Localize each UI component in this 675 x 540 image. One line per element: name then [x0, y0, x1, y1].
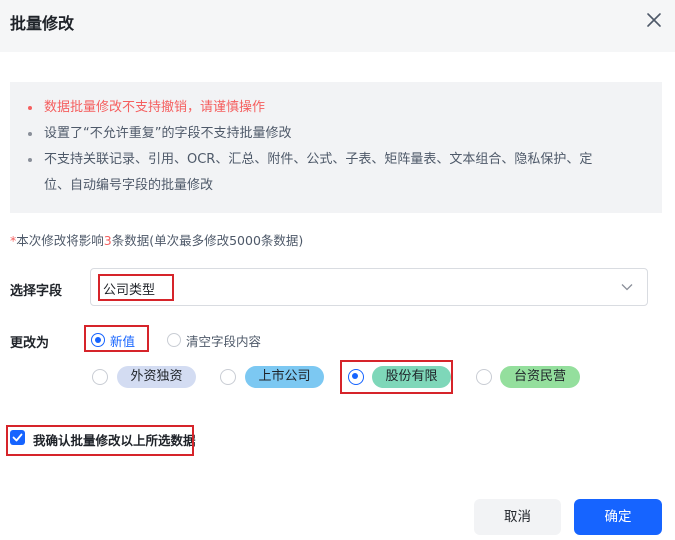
confirm-label[interactable]: 我确认批量修改以上所选数据 [33, 430, 196, 449]
change-label: 更改为 [10, 336, 50, 351]
value-radio-gufen[interactable] [348, 369, 364, 385]
cancel-button[interactable]: 取消 [474, 499, 561, 535]
value-radio-shangshi[interactable] [220, 369, 236, 385]
confirm-checkbox[interactable] [10, 430, 25, 445]
field-select[interactable]: 公司类型 [90, 268, 648, 306]
clear-field-label[interactable]: 清空字段内容 [186, 331, 261, 350]
value-radio-taizi[interactable] [476, 369, 492, 385]
ok-button[interactable]: 确定 [574, 499, 662, 535]
value-tag-taizi[interactable]: 台资民营 [500, 366, 580, 388]
check-icon [12, 433, 23, 442]
notice-box: 数据批量修改不支持撤销，请谨慎操作 设置了“不允许重复”的字段不支持批量修改 不… [10, 82, 662, 213]
notice-item-continued: 位、自动编号字段的批量修改 [44, 178, 214, 193]
value-tag-waizi[interactable]: 外资独资 [117, 366, 196, 388]
value-radio-waizi[interactable] [92, 369, 108, 385]
clear-field-radio[interactable] [167, 333, 181, 347]
notice-item: 设置了“不允许重复”的字段不支持批量修改 [28, 121, 291, 147]
new-value-label[interactable]: 新值 [110, 331, 135, 350]
notice-item-warning: 数据批量修改不支持撤销，请谨慎操作 [28, 95, 265, 121]
close-icon[interactable] [645, 11, 663, 29]
dialog-header: 批量修改 [0, 0, 675, 52]
field-select-value: 公司类型 [103, 283, 156, 298]
value-tag-gufen[interactable]: 股份有限 [372, 366, 451, 388]
notice-item: 不支持关联记录、引用、OCR、汇总、附件、公式、子表、矩阵量表、文本组合、隐私保… [28, 147, 592, 173]
field-label: 选择字段 [10, 284, 63, 299]
value-tag-shangshi[interactable]: 上市公司 [245, 366, 324, 388]
impact-text: *本次修改将影响3条数据(单次最多修改5000条数据) [10, 233, 304, 248]
impact-count: 3 [103, 233, 112, 248]
chevron-down-icon [621, 284, 633, 291]
dialog-title: 批量修改 [10, 14, 75, 33]
new-value-radio[interactable] [91, 333, 105, 347]
